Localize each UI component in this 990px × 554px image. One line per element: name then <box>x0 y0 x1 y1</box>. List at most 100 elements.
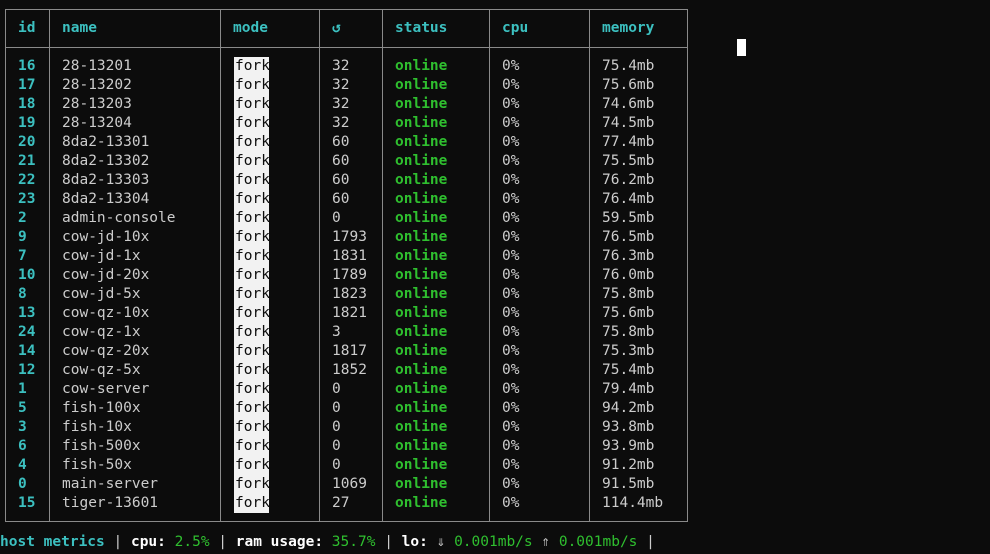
process-restarts: 1852 <box>332 362 367 378</box>
separator: | <box>218 534 228 550</box>
process-restarts: 32 <box>332 77 350 93</box>
process-id: 18 <box>18 96 36 112</box>
process-memory: 76.2mb <box>602 172 655 188</box>
process-cpu: 0% <box>502 324 520 340</box>
process-id: 6 <box>18 438 27 454</box>
process-status: online <box>395 286 448 302</box>
process-id: 20 <box>18 134 36 150</box>
process-cpu: 0% <box>502 476 520 492</box>
process-status: online <box>395 419 448 435</box>
upload-rate: 0.001mb/s <box>558 534 638 550</box>
ram-value: 35.7% <box>331 534 376 550</box>
header-mode: mode <box>233 20 268 36</box>
process-name: tiger-13601 <box>62 495 159 511</box>
process-memory: 74.6mb <box>602 96 655 112</box>
process-status: online <box>395 343 448 359</box>
process-restarts: 3 <box>332 324 341 340</box>
process-memory: 75.8mb <box>602 286 655 302</box>
process-status: online <box>395 153 448 169</box>
process-memory: 76.0mb <box>602 267 655 283</box>
header-id: id <box>18 20 36 36</box>
process-restarts: 1069 <box>332 476 367 492</box>
process-status: online <box>395 400 448 416</box>
process-id: 21 <box>18 153 36 169</box>
process-id: 3 <box>18 419 27 435</box>
table-row: 17 28-13202 fork 32 online 0% 75.6mb <box>6 76 687 95</box>
table-row: 22 8da2-13303 fork 60 online 0% 76.2mb <box>6 171 687 190</box>
process-mode: fork <box>234 285 270 304</box>
process-memory: 74.5mb <box>602 115 655 131</box>
ram-label: ram usage: <box>235 534 324 550</box>
header-restart-icon: ↺ <box>332 20 341 36</box>
process-cpu: 0% <box>502 134 520 150</box>
process-restarts: 0 <box>332 438 341 454</box>
process-memory: 94.2mb <box>602 400 655 416</box>
process-name: cow-jd-1x <box>62 248 141 264</box>
table-row: 1 cow-server fork 0 online 0% 79.4mb <box>6 380 687 399</box>
process-name: cow-qz-20x <box>62 343 150 359</box>
table-row: 5 fish-100x fork 0 online 0% 94.2mb <box>6 399 687 418</box>
process-id: 1 <box>18 381 27 397</box>
process-name: cow-qz-10x <box>62 305 150 321</box>
process-id: 19 <box>18 115 36 131</box>
process-restarts: 0 <box>332 400 341 416</box>
process-id: 10 <box>18 267 36 283</box>
process-status: online <box>395 381 448 397</box>
process-cpu: 0% <box>502 267 520 283</box>
process-name: cow-jd-20x <box>62 267 150 283</box>
process-mode: fork <box>234 323 270 342</box>
process-cpu: 0% <box>502 210 520 226</box>
process-cpu: 0% <box>502 58 520 74</box>
process-name: 28-13203 <box>62 96 132 112</box>
process-name: 28-13201 <box>62 58 132 74</box>
process-status: online <box>395 362 448 378</box>
process-status: online <box>395 305 448 321</box>
process-name: cow-server <box>62 381 150 397</box>
process-mode: fork <box>234 76 270 95</box>
process-cpu: 0% <box>502 191 520 207</box>
process-cpu: 0% <box>502 172 520 188</box>
terminal-cursor <box>737 39 746 56</box>
process-id: 16 <box>18 58 36 74</box>
process-mode: fork <box>234 152 270 171</box>
process-id: 14 <box>18 343 36 359</box>
process-cpu: 0% <box>502 457 520 473</box>
process-name: admin-console <box>62 210 176 226</box>
table-row: 4 fish-50x fork 0 online 0% 91.2mb <box>6 456 687 475</box>
process-status: online <box>395 115 448 131</box>
process-id: 12 <box>18 362 36 378</box>
process-name: main-server <box>62 476 159 492</box>
process-name: 8da2-13303 <box>62 172 150 188</box>
process-memory: 75.4mb <box>602 362 655 378</box>
cpu-value: 2.5% <box>174 534 210 550</box>
process-memory: 77.4mb <box>602 134 655 150</box>
process-name: 8da2-13304 <box>62 191 150 207</box>
process-cpu: 0% <box>502 495 520 511</box>
process-mode: fork <box>234 399 270 418</box>
process-cpu: 0% <box>502 419 520 435</box>
process-status: online <box>395 134 448 150</box>
process-restarts: 60 <box>332 153 350 169</box>
process-memory: 75.6mb <box>602 305 655 321</box>
process-status: online <box>395 495 448 511</box>
process-restarts: 0 <box>332 457 341 473</box>
process-cpu: 0% <box>502 400 520 416</box>
process-restarts: 0 <box>332 381 341 397</box>
process-restarts: 1823 <box>332 286 367 302</box>
process-name: 8da2-13302 <box>62 153 150 169</box>
process-mode: fork <box>234 228 270 247</box>
process-id: 13 <box>18 305 36 321</box>
process-restarts: 0 <box>332 210 341 226</box>
process-mode: fork <box>234 114 270 133</box>
process-name: fish-500x <box>62 438 141 454</box>
process-cpu: 0% <box>502 305 520 321</box>
process-memory: 114.4mb <box>602 495 664 511</box>
table-row: 18 28-13203 fork 32 online 0% 74.6mb <box>6 95 687 114</box>
host-metrics-title: host metrics <box>0 534 105 550</box>
process-mode: fork <box>234 418 270 437</box>
process-cpu: 0% <box>502 362 520 378</box>
process-status: online <box>395 457 448 473</box>
table-row: 16 28-13201 fork 32 online 0% 75.4mb <box>6 57 687 76</box>
process-id: 22 <box>18 172 36 188</box>
process-id: 4 <box>18 457 27 473</box>
